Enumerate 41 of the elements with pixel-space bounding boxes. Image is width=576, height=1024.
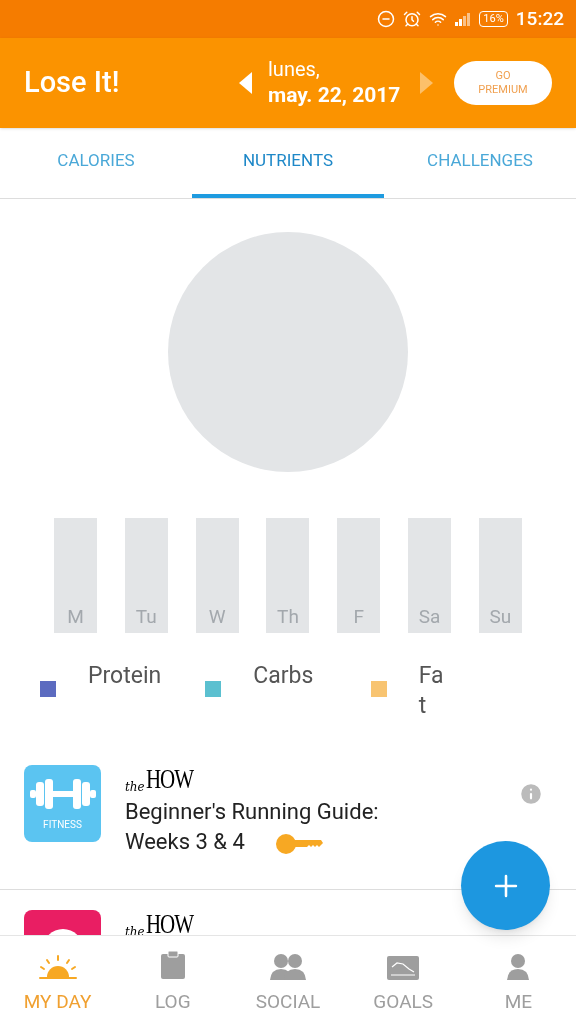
nav-item[interactable]: ME — [460, 936, 576, 1024]
chart-icon — [387, 955, 420, 980]
legend-label: Carbs — [253, 661, 314, 691]
day-label: Su — [489, 603, 512, 630]
battery-indicator: 16% — [479, 11, 508, 27]
day-label: F — [353, 603, 365, 630]
next-day-button[interactable] — [420, 72, 434, 94]
brand-logo: HOW — [145, 910, 193, 935]
tab[interactable]: CALORIES — [0, 128, 192, 198]
article-title[interactable]: Beginner's Running Guide: Weeks 3 & 4 — [125, 797, 435, 857]
brand-script: the — [125, 781, 145, 793]
nav-item[interactable]: SOCIAL — [230, 936, 346, 1024]
day-label: M — [67, 603, 84, 630]
fitness-icon: FITNESS — [24, 765, 101, 842]
day-label: W — [208, 603, 226, 630]
brand-logo: HOW — [145, 765, 193, 793]
legend-label: Fat — [418, 661, 445, 721]
clipboard-icon — [159, 949, 186, 980]
alarm-icon — [403, 10, 422, 28]
person-icon — [506, 951, 531, 980]
people-icon — [269, 951, 307, 980]
signal-icon — [455, 12, 472, 26]
tab[interactable]: CHALLENGES — [384, 128, 576, 198]
legend-label: Protein — [88, 661, 162, 691]
clock: 15:22 — [515, 5, 564, 32]
nav-item[interactable]: LOG — [115, 936, 231, 1024]
app-title: Lose It! — [24, 64, 121, 102]
previous-day-button[interactable] — [239, 72, 252, 94]
date-label: may. 22, 2017 — [268, 82, 401, 109]
go-premium-button[interactable]: GO PREMIUM — [454, 61, 552, 105]
day-label: Tu — [135, 603, 157, 630]
sunrise-icon — [37, 953, 78, 980]
weekday-label: lunes, — [268, 57, 321, 83]
do-not-disturb-icon — [377, 10, 396, 28]
tab[interactable]: NUTRIENTS — [192, 128, 384, 198]
wifi-icon — [429, 10, 448, 28]
info-icon[interactable] — [518, 781, 544, 807]
day-label: Th — [277, 603, 299, 630]
day-label: Sa — [418, 603, 441, 630]
nav-item[interactable]: MY DAY — [0, 936, 116, 1024]
nav-item[interactable]: GOALS — [345, 936, 461, 1024]
